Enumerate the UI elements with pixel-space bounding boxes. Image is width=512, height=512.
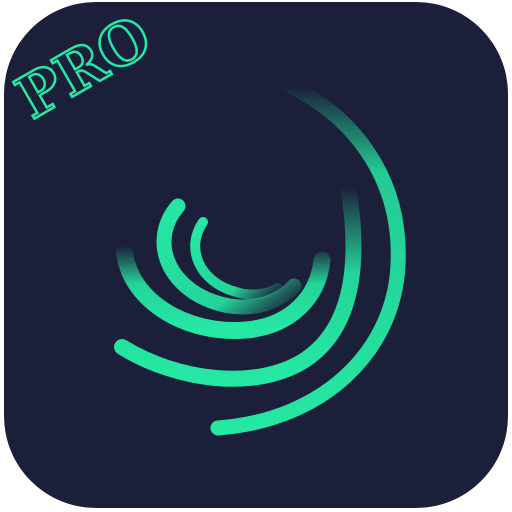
app-icon-canvas: PRO	[0, 0, 512, 512]
app-icon-graphic: PRO	[4, 1, 508, 508]
app-icon-tile[interactable]: PRO	[0, 0, 512, 512]
